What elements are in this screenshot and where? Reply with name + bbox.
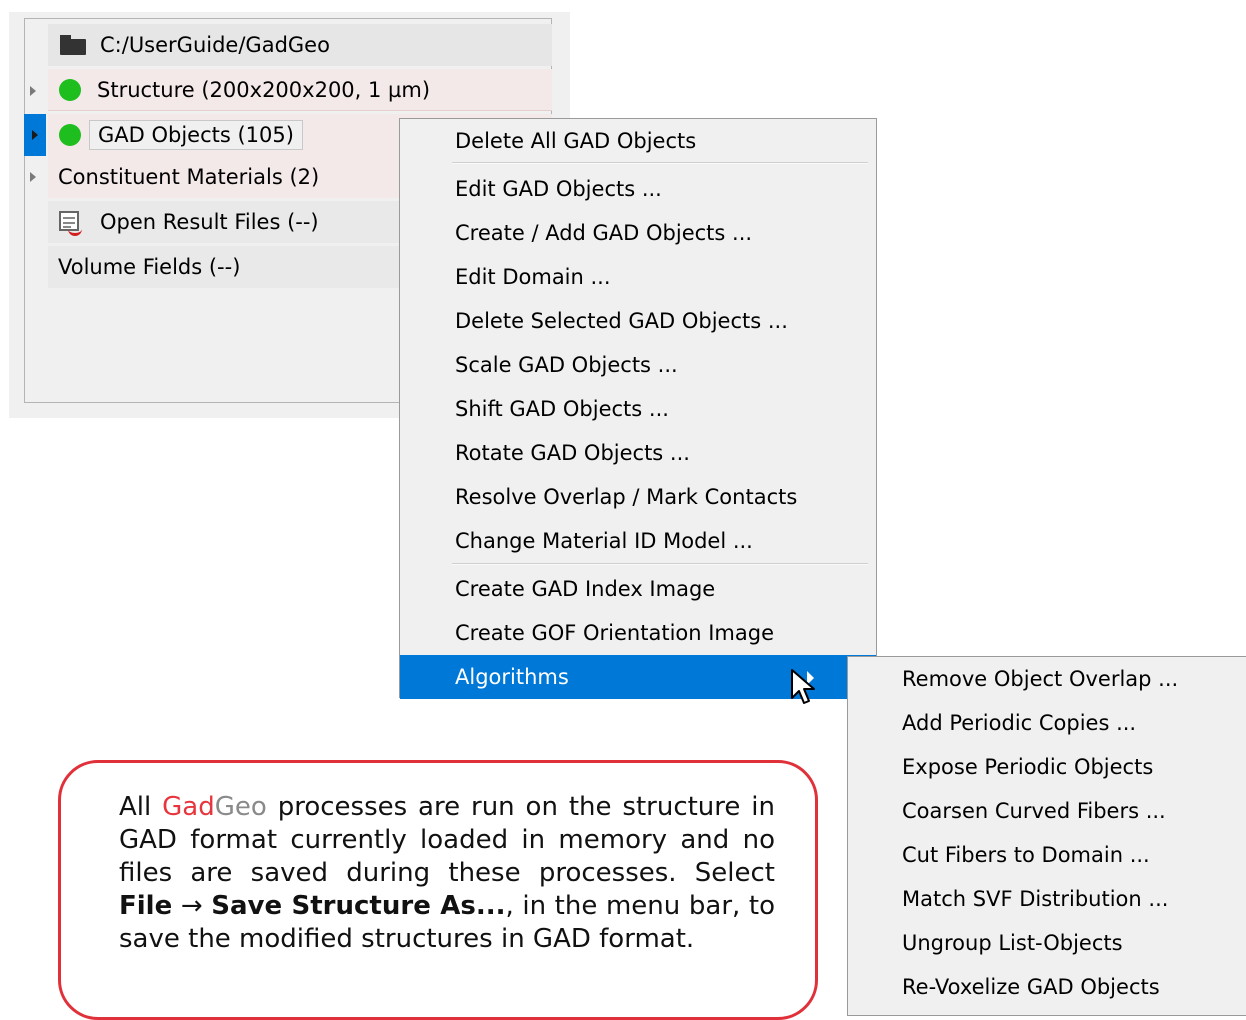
menu-item-resolve-overlap[interactable]: Resolve Overlap / Mark Contacts [400,475,876,519]
status-dot-icon [59,124,81,146]
structure-label: Structure (200x200x200, 1 µm) [97,77,431,102]
path-label: C:/UserGuide/GadGeo [100,33,330,57]
submenu-item-add-periodic-copies[interactable]: Add Periodic Copies ... [848,701,1246,745]
menu-item-gad-index-image[interactable]: Create GAD Index Image [400,567,876,611]
menu-item-shift[interactable]: Shift GAD Objects ... [400,387,876,431]
menu-item-gof-orientation-image[interactable]: Create GOF Orientation Image [400,611,876,655]
algorithms-submenu: Remove Object Overlap ... Add Periodic C… [847,656,1246,1016]
gadgeo-brand-geo: Geo [214,792,267,822]
menu-separator [452,563,868,565]
menu-item-change-material-id[interactable]: Change Material ID Model ... [400,519,876,563]
submenu-item-ungroup-list[interactable]: Ungroup List-Objects [848,921,1246,965]
menu-item-edit-domain[interactable]: Edit Domain ... [400,255,876,299]
file-menu-ref: File [119,891,173,921]
results-label: Open Result Files (--) [100,210,319,234]
menu-item-edit-gad-objects[interactable]: Edit GAD Objects ... [400,167,876,211]
save-structure-as-ref: Save Structure As... [211,891,506,921]
status-dot-icon [59,78,81,101]
menu-item-scale[interactable]: Scale GAD Objects ... [400,343,876,387]
constituent-label: Constituent Materials (2) [58,165,320,189]
menu-item-create-add[interactable]: Create / Add GAD Objects ... [400,211,876,255]
selection-marker[interactable] [24,114,46,156]
context-menu: Delete All GAD Objects Edit GAD Objects … [399,118,877,699]
menu-item-rotate[interactable]: Rotate GAD Objects ... [400,431,876,475]
note-callout: All GadGeo processes are run on the stru… [58,760,818,1020]
submenu-item-expose-periodic[interactable]: Expose Periodic Objects [848,745,1246,789]
note-text: All GadGeo processes are run on the stru… [119,792,776,954]
submenu-item-cut-fibers[interactable]: Cut Fibers to Domain ... [848,833,1246,877]
gadgeo-brand-gad: Gad [162,792,215,822]
submenu-item-revoxelize[interactable]: Re-Voxelize GAD Objects [848,965,1246,1009]
folder-icon [60,35,86,55]
submenu-item-match-svf[interactable]: Match SVF Distribution ... [848,877,1246,921]
menu-separator [452,162,868,164]
menu-item-delete-selected[interactable]: Delete Selected GAD Objects ... [400,299,876,343]
tree-item-path[interactable]: C:/UserGuide/GadGeo [48,24,552,66]
menu-item-delete-all[interactable]: Delete All GAD Objects [400,119,876,163]
submenu-item-coarsen-fibers[interactable]: Coarsen Curved Fibers ... [848,789,1246,833]
result-files-icon [58,210,84,236]
tree-item-structure[interactable]: Structure (200x200x200, 1 µm) [48,69,552,111]
algorithms-label: Algorithms [455,665,569,689]
gad-objects-label: GAD Objects (105) [89,120,303,150]
mouse-cursor-icon [791,669,815,704]
expand-arrow-icon[interactable] [30,172,36,182]
submenu-item-remove-overlap[interactable]: Remove Object Overlap ... [848,657,1246,701]
volume-label: Volume Fields (--) [58,255,241,279]
expand-arrow-icon[interactable] [32,130,38,140]
expand-arrow-icon[interactable] [30,86,36,96]
